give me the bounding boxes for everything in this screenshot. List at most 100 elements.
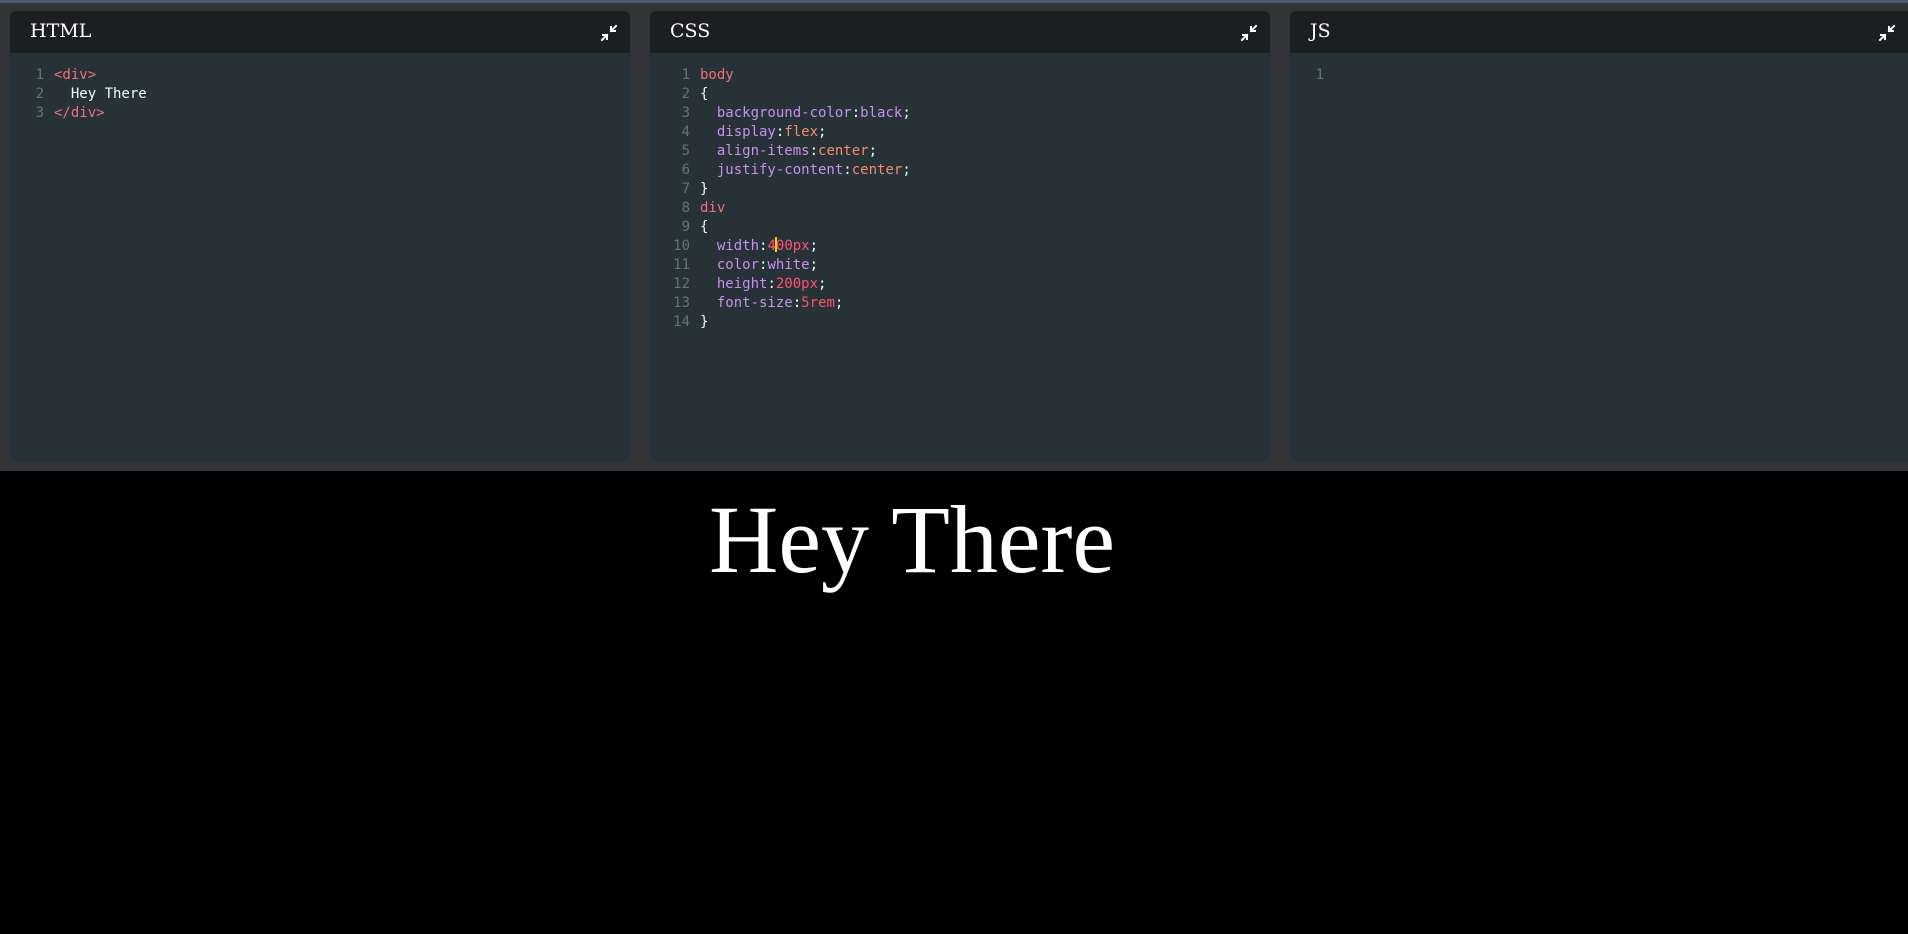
line-number: 11 [673,257,690,273]
css-panel-header: CSS [650,11,1270,53]
line-number: 1 [1315,67,1324,83]
code-token: : [809,143,819,159]
line-number: 10 [673,238,690,254]
code-line[interactable]: 8 div [650,199,1270,218]
code-line[interactable]: 2{ [650,85,1270,104]
code-token: background-color [716,105,852,121]
code-token: justify-content [716,162,844,178]
line-number: 14 [673,314,690,330]
code-token: ; [868,143,878,159]
code-token: center [851,162,903,178]
code-line[interactable]: 1 [1290,66,1908,85]
code-line[interactable]: 13 font-size:5rem; [650,294,1270,313]
code-line[interactable]: 5 align-items:center; [650,142,1270,161]
js-panel-header: JS [1290,11,1908,53]
code-token: ; [818,124,827,140]
code-token: { [700,86,709,102]
line-number: 2 [681,86,690,102]
code-token: ; [809,257,819,273]
code-line[interactable]: 12 height:200px; [650,275,1270,294]
line-number: 2 [35,86,44,102]
html-panel-header: HTML [10,11,630,53]
line-number: 1 [35,67,44,83]
code-line[interactable]: 10 width:400px; [650,237,1270,256]
code-line[interactable]: 6 justify-content:center; [650,161,1270,180]
code-line[interactable]: 3 </div> [10,104,630,123]
code-token: : [851,105,861,121]
code-token: black [860,105,903,121]
css-panel: CSS 1 body 2{3 background-color:black; 4 di… [650,11,1270,461]
css-code-editor[interactable]: 1 body 2{3 background-color:black; 4 displa… [650,66,1270,332]
code-token: white [767,257,810,273]
code-line[interactable]: 14} [650,313,1270,332]
line-number: 6 [681,162,690,178]
line-number: 4 [681,124,690,140]
code-line[interactable]: 2 Hey There [10,85,630,104]
code-line[interactable]: 1 <div> [10,66,630,85]
code-token: : [767,276,776,292]
js-panel: JS 1 [1290,11,1908,461]
code-token: </div> [54,105,105,121]
code-token: align-items [716,143,810,159]
line-number: 3 [681,105,690,121]
css-panel-title: CSS [670,20,711,42]
html-panel-title: HTML [30,20,92,42]
code-token: ; [834,295,844,311]
collapse-icon[interactable] [1878,24,1896,42]
collapse-icon[interactable] [1240,24,1258,42]
code-line[interactable]: 3 background-color:black; [650,104,1270,123]
code-token: width [716,238,760,254]
js-code-editor[interactable]: 1 [1290,66,1908,85]
line-number: 3 [35,105,44,121]
code-token: ; [902,105,911,121]
code-line[interactable]: 11 color:white; [650,256,1270,275]
preview-pane: Hey There [0,472,1908,934]
code-line[interactable]: 9{ [650,218,1270,237]
html-code-editor[interactable]: 1 <div> 2 Hey There 3 </div> [10,66,630,123]
html-panel: HTML 1 <div> 2 Hey There 3 </div> [10,11,630,461]
code-token: body [700,67,734,83]
code-token: 200px [775,276,819,292]
line-number: 12 [673,276,690,292]
code-token: color [716,257,760,273]
collapse-icon[interactable] [600,24,618,42]
code-token: font-size [716,295,793,311]
code-token: ; [818,276,827,292]
code-token: } [700,314,709,330]
code-token: ; [809,238,819,254]
line-number: 13 [673,295,690,311]
line-number: 8 [681,200,690,216]
code-token: display [716,124,776,140]
code-token: 5rem [801,295,835,311]
code-token: 00px [775,238,810,254]
code-token: height [716,276,768,292]
editor-area: HTML 1 <div> 2 Hey There 3 </div> CSS 1 body 2… [0,3,1908,471]
code-token: <div> [54,67,97,83]
code-token: : [792,295,802,311]
code-token: { [700,219,709,235]
line-number: 1 [681,67,690,83]
code-token: } [700,181,709,197]
code-line[interactable]: 1 body [650,66,1270,85]
code-token: flex [784,124,819,140]
code-token: : [843,162,852,178]
js-panel-title: JS [1310,20,1331,42]
line-number: 5 [681,143,690,159]
code-token: div [700,200,726,216]
code-token: Hey There [54,86,147,102]
line-number: 9 [681,219,690,235]
code-token: ; [902,162,911,178]
code-token: center [818,143,869,159]
line-number: 7 [681,181,690,197]
code-line[interactable]: 4 display:flex; [650,123,1270,142]
preview-text: Hey There [709,486,1116,593]
code-line[interactable]: 7} [650,180,1270,199]
